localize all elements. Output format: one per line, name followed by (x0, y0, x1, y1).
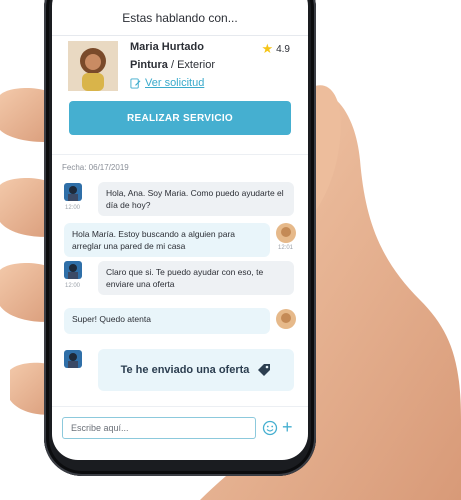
chat-message-outgoing: Hola María. Estoy buscando a alguien par… (64, 223, 270, 257)
provider-rating: ★ 4.9 (261, 41, 290, 57)
provider-chat-avatar (64, 261, 82, 279)
message-text: Hola María. Estoy buscando a alguien par… (72, 229, 236, 251)
client-chat-avatar (276, 309, 296, 329)
service-separator: / (167, 59, 178, 71)
perform-service-button[interactable]: REALIZAR SERVICIO (69, 101, 291, 135)
message-composer: Escribe aquí... + (52, 406, 308, 460)
client-chat-avatar (276, 223, 296, 243)
star-icon: ★ (261, 41, 274, 56)
view-request-label: Ver solicitud (145, 77, 205, 89)
service-subcategory: Exterior (177, 59, 215, 71)
tag-icon (258, 364, 271, 376)
chat-date: Fecha: 06/17/2019 (62, 163, 129, 172)
provider-profile: Maria Hurtado Pintura / Exterior Ver sol… (52, 37, 308, 99)
chat-message-incoming: Hola, Ana. Soy Maria. Como puedo ayudart… (98, 182, 294, 216)
edit-document-icon (130, 77, 141, 89)
message-time: 12:00 (65, 205, 81, 211)
rating-value: 4.9 (276, 43, 290, 55)
chat-screen: Estas hablando con... Maria Hurtado Pint… (52, 0, 308, 460)
provider-avatar (68, 41, 118, 91)
message-text: Hola, Ana. Soy Maria. Como puedo ayudart… (106, 188, 284, 210)
add-attachment-button[interactable]: + (282, 417, 293, 437)
chat-header-title: Estas hablando con... (122, 10, 238, 25)
message-time: 12:00 (65, 283, 81, 289)
offer-label: Te he enviado una oferta (120, 364, 250, 376)
perform-service-label: REALIZAR SERVICIO (126, 112, 234, 124)
provider-service: Pintura / Exterior (130, 59, 215, 71)
provider-name: Maria Hurtado (130, 41, 204, 53)
chat-header: Estas hablando con... (52, 0, 308, 36)
message-text: Super! Quedo atenta (72, 314, 151, 324)
chat-message-outgoing: Super! Quedo atenta (64, 308, 270, 334)
chat-message-incoming: Claro que si. Te puedo ayudar con eso, t… (98, 261, 294, 295)
view-request-link[interactable]: Ver solicitud (130, 77, 204, 89)
message-input[interactable]: Escribe aquí... (62, 417, 256, 439)
message-input-placeholder: Escribe aquí... (71, 423, 129, 433)
message-text: Claro que si. Te puedo ayudar con eso, t… (106, 267, 264, 289)
emoji-icon[interactable] (262, 420, 278, 436)
service-category: Pintura (130, 59, 168, 71)
offer-message[interactable]: Te he enviado una oferta (98, 349, 294, 391)
section-divider (52, 154, 308, 155)
provider-chat-avatar (64, 183, 82, 201)
provider-chat-avatar (64, 350, 82, 368)
plus-icon: + (282, 417, 293, 437)
message-time: 12:01 (278, 245, 294, 251)
